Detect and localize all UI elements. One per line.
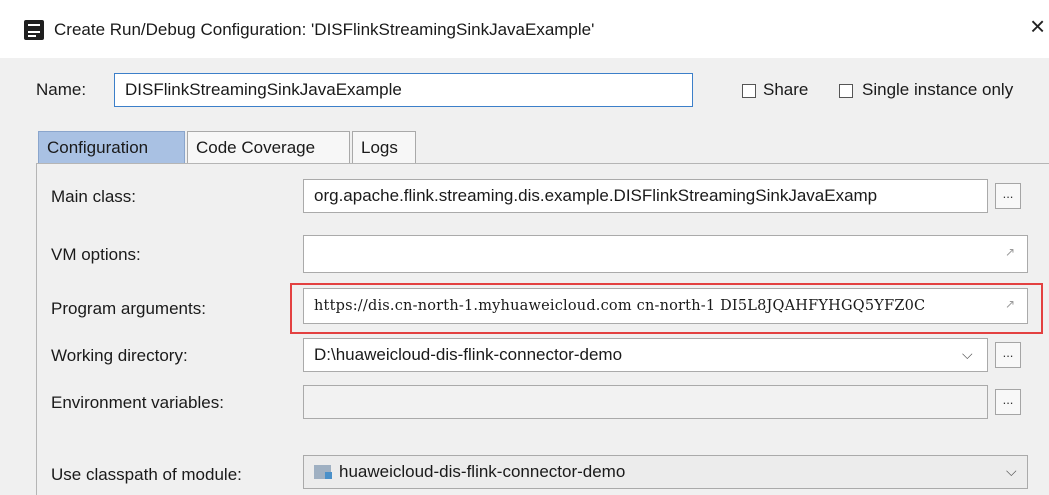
program-arguments-input[interactable]: https://dis.cn-north-1.myhuaweicloud.com… [303, 288, 1028, 324]
tab-label: Code Coverage [196, 137, 316, 157]
environment-variables-browse-button[interactable]: ... [995, 389, 1021, 415]
environment-variables-input[interactable] [303, 385, 988, 419]
tab-configuration[interactable]: Configuration [38, 131, 185, 163]
window-title: Create Run/Debug Configuration: 'DISFlin… [54, 20, 595, 39]
tab-code-coverage[interactable]: Code Coverage [187, 131, 350, 163]
tab-label: Logs [361, 137, 398, 157]
working-directory-input[interactable]: D:\huaweicloud-dis-flink-connector-demo [303, 338, 988, 372]
name-input-value: DISFlinkStreamingSinkJavaExample [125, 80, 402, 99]
main-class-input[interactable]: org.apache.flink.streaming.dis.example.D… [303, 179, 988, 213]
share-checkbox[interactable] [742, 84, 756, 98]
browse-button-label: ... [1002, 186, 1014, 201]
environment-variables-label: Environment variables: [51, 393, 224, 412]
single-instance-checkbox[interactable] [839, 84, 853, 98]
working-directory-value: D:\huaweicloud-dis-flink-connector-demo [314, 345, 623, 364]
expand-icon[interactable]: ↗ [1005, 297, 1015, 311]
program-arguments-value: https://dis.cn-north-1.myhuaweicloud.com… [314, 298, 926, 314]
classpath-module-label: Use classpath of module: [51, 465, 242, 484]
share-label[interactable]: Share [763, 80, 808, 100]
main-class-value: org.apache.flink.streaming.dis.example.D… [314, 186, 878, 205]
main-class-browse-button[interactable]: ... [995, 183, 1021, 209]
working-directory-browse-button[interactable]: ... [995, 342, 1021, 368]
name-label: Name: [36, 80, 87, 99]
single-instance-label[interactable]: Single instance only [862, 80, 1013, 100]
close-icon[interactable]: × [1030, 13, 1045, 39]
module-icon [314, 465, 332, 479]
tab-label: Configuration [47, 137, 149, 157]
working-directory-label: Working directory: [51, 346, 188, 365]
classpath-module-value: huaweicloud-dis-flink-connector-demo [339, 462, 626, 481]
name-input[interactable]: DISFlinkStreamingSinkJavaExample [114, 73, 693, 107]
chevron-down-icon[interactable]: ⌵ [962, 346, 973, 363]
vm-options-input[interactable] [303, 235, 1028, 273]
program-arguments-label: Program arguments: [51, 299, 206, 318]
expand-icon[interactable]: ↗ [1005, 245, 1015, 259]
intellij-app-icon [24, 20, 44, 40]
browse-button-label: ... [1002, 392, 1014, 407]
main-class-label: Main class: [51, 187, 137, 206]
browse-button-label: ... [1002, 345, 1014, 360]
tab-logs[interactable]: Logs [352, 131, 416, 163]
vm-options-label: VM options: [51, 245, 141, 264]
chevron-down-icon[interactable]: ⌵ [1006, 463, 1017, 480]
classpath-module-select[interactable]: huaweicloud-dis-flink-connector-demo [303, 455, 1028, 489]
